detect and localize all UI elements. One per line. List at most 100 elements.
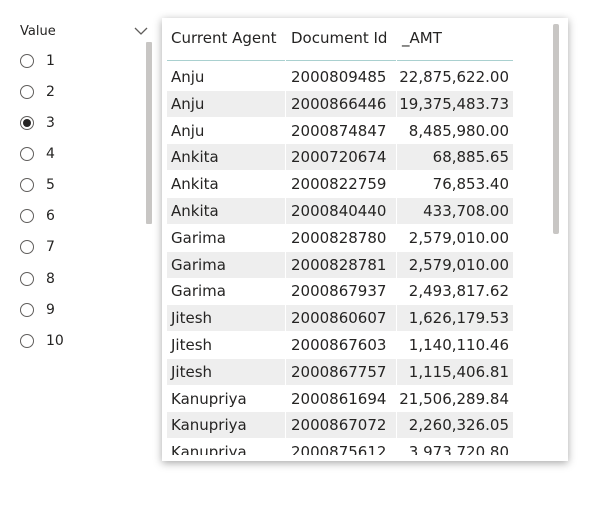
slicer-option-label: 9: [46, 302, 55, 318]
table-row[interactable]: Anju 2000866446 19,375,483.73: [167, 90, 513, 117]
cell-amt: 2,260,326.05: [408, 416, 509, 435]
cell-current-agent: Anju: [171, 121, 205, 140]
slicer-option-label: 3: [46, 115, 55, 131]
table-row[interactable]: Jitesh 2000867757 1,115,406.81: [167, 358, 513, 385]
radio-icon[interactable]: [20, 240, 34, 254]
table-row[interactable]: Kanupriya 2000867072 2,260,326.05: [167, 412, 513, 439]
cell-amt: 433,708.00: [423, 202, 509, 220]
slicer-option-label: 5: [46, 177, 55, 193]
cell-document-id: 2000867072: [291, 416, 387, 435]
table-bottom-edge: [162, 455, 568, 461]
cell-document-id: 2000861694: [291, 389, 387, 408]
slicer-scrollbar[interactable]: [146, 42, 152, 224]
chevron-down-icon[interactable]: [134, 26, 148, 36]
table-row[interactable]: Jitesh 2000867603 1,140,110.46: [167, 332, 513, 358]
slicer-option-label: 10: [46, 333, 64, 348]
cell-current-agent: Ankita: [171, 202, 219, 220]
radio-icon[interactable]: [20, 178, 34, 192]
slicer-option-label: 1: [46, 53, 55, 69]
cell-document-id: 2000867757: [291, 362, 387, 381]
cell-amt: 2,579,010.00: [408, 228, 509, 247]
cell-document-id: 2000809485: [291, 68, 387, 86]
cell-document-id: 2000828780: [291, 228, 387, 247]
slicer-option-8[interactable]: 8: [20, 269, 55, 289]
cell-document-id: 2000720674: [291, 148, 387, 167]
radio-icon[interactable]: [20, 303, 34, 317]
radio-icon[interactable]: [20, 147, 34, 161]
cell-amt: 22,875,622.00: [399, 68, 509, 86]
slicer-option-7[interactable]: 7: [20, 237, 55, 257]
table-row[interactable]: Kanupriya 2000875612 3,973,720.80: [167, 439, 513, 455]
cell-document-id: 2000874847: [291, 121, 387, 140]
cell-current-agent: Anju: [171, 68, 205, 86]
cell-current-agent: Jitesh: [171, 336, 213, 354]
data-table: Current Agent Document Id _AMT Anju 20008…: [167, 18, 513, 455]
radio-icon[interactable]: [20, 54, 34, 68]
column-header-current-agent[interactable]: Current Agent: [171, 29, 277, 47]
table-header: Current Agent Document Id _AMT: [167, 18, 513, 61]
table-row[interactable]: Kanupriya 2000861694 21,506,289.84: [167, 386, 513, 412]
cell-document-id: 2000867603: [291, 336, 387, 354]
slicer-option-5[interactable]: 5: [20, 175, 55, 195]
slicer-option-10[interactable]: 10: [20, 331, 64, 348]
slicer-option-9[interactable]: 9: [20, 300, 55, 320]
table-row[interactable]: Garima 2000828781 2,579,010.00: [167, 251, 513, 278]
cell-amt: 2,579,010.00: [408, 255, 509, 274]
cell-current-agent: Kanupriya: [171, 389, 247, 408]
table-scrollbar[interactable]: [553, 24, 559, 234]
column-header-document-id[interactable]: Document Id: [291, 29, 387, 47]
cell-amt: 2,493,817.62: [408, 282, 509, 301]
cell-current-agent: Ankita: [171, 175, 219, 194]
cell-document-id: 2000866446: [291, 94, 387, 113]
cell-amt: 68,885.65: [432, 148, 509, 167]
cell-current-agent: Kanupriya: [171, 416, 247, 435]
cell-amt: 1,115,406.81: [408, 362, 509, 381]
radio-icon[interactable]: [20, 272, 34, 286]
slicer-option-1[interactable]: 1: [20, 51, 55, 71]
table-row[interactable]: Garima 2000828780 2,579,010.00: [167, 225, 513, 251]
slicer-option-6[interactable]: 6: [20, 206, 55, 226]
cell-amt: 1,140,110.46: [408, 336, 509, 354]
cell-amt: 76,853.40: [432, 175, 509, 194]
cell-current-agent: Garima: [171, 228, 226, 247]
cell-current-agent: Ankita: [171, 148, 219, 167]
cell-amt: 19,375,483.73: [399, 94, 509, 113]
table-row[interactable]: Ankita 2000840440 433,708.00: [167, 198, 513, 224]
radio-icon[interactable]: [20, 85, 34, 99]
slicer-option-label: 4: [46, 146, 55, 162]
radio-icon[interactable]: [20, 209, 34, 223]
table-row[interactable]: Anju 2000809485 22,875,622.00: [167, 64, 513, 90]
table-row[interactable]: Garima 2000867937 2,493,817.62: [167, 278, 513, 304]
cell-current-agent: Garima: [171, 282, 226, 301]
table-row[interactable]: Ankita 2000720674 68,885.65: [167, 144, 513, 171]
column-divider: [285, 60, 286, 455]
cell-amt: 3,973,720.80: [408, 443, 509, 455]
value-slicer: Value 1 2 3 4 5 6 7 8 9 10: [12, 18, 160, 348]
cell-amt: 8,485,980.00: [408, 121, 509, 140]
cell-document-id: 2000840440: [291, 202, 387, 220]
cell-document-id: 2000828781: [291, 255, 387, 274]
cell-amt: 1,626,179.53: [408, 309, 509, 328]
radio-icon[interactable]: [20, 334, 34, 348]
table-row[interactable]: Jitesh 2000860607 1,626,179.53: [167, 305, 513, 332]
cell-current-agent: Anju: [171, 94, 205, 113]
radio-checked-icon[interactable]: [20, 116, 34, 130]
table-row[interactable]: Anju 2000874847 8,485,980.00: [167, 118, 513, 144]
column-header-amt[interactable]: _AMT: [402, 29, 442, 47]
cell-document-id: 2000867937: [291, 282, 387, 301]
slicer-option-2[interactable]: 2: [20, 82, 55, 102]
cell-current-agent: Jitesh: [171, 309, 213, 328]
slicer-option-label: 2: [46, 84, 55, 100]
slicer-title: Value: [20, 24, 56, 39]
slicer-option-4[interactable]: 4: [20, 144, 55, 164]
cell-document-id: 2000822759: [291, 175, 387, 194]
table-row[interactable]: Ankita 2000822759 76,853.40: [167, 171, 513, 197]
slicer-option-label: 8: [46, 271, 55, 287]
cell-document-id: 2000875612: [291, 443, 387, 455]
slicer-option-label: 7: [46, 239, 55, 255]
slicer-option-3[interactable]: 3: [20, 113, 55, 133]
slicer-option-label: 6: [46, 208, 55, 224]
cell-amt: 21,506,289.84: [399, 389, 509, 408]
column-divider: [396, 60, 397, 455]
cell-current-agent: Kanupriya: [171, 443, 247, 455]
